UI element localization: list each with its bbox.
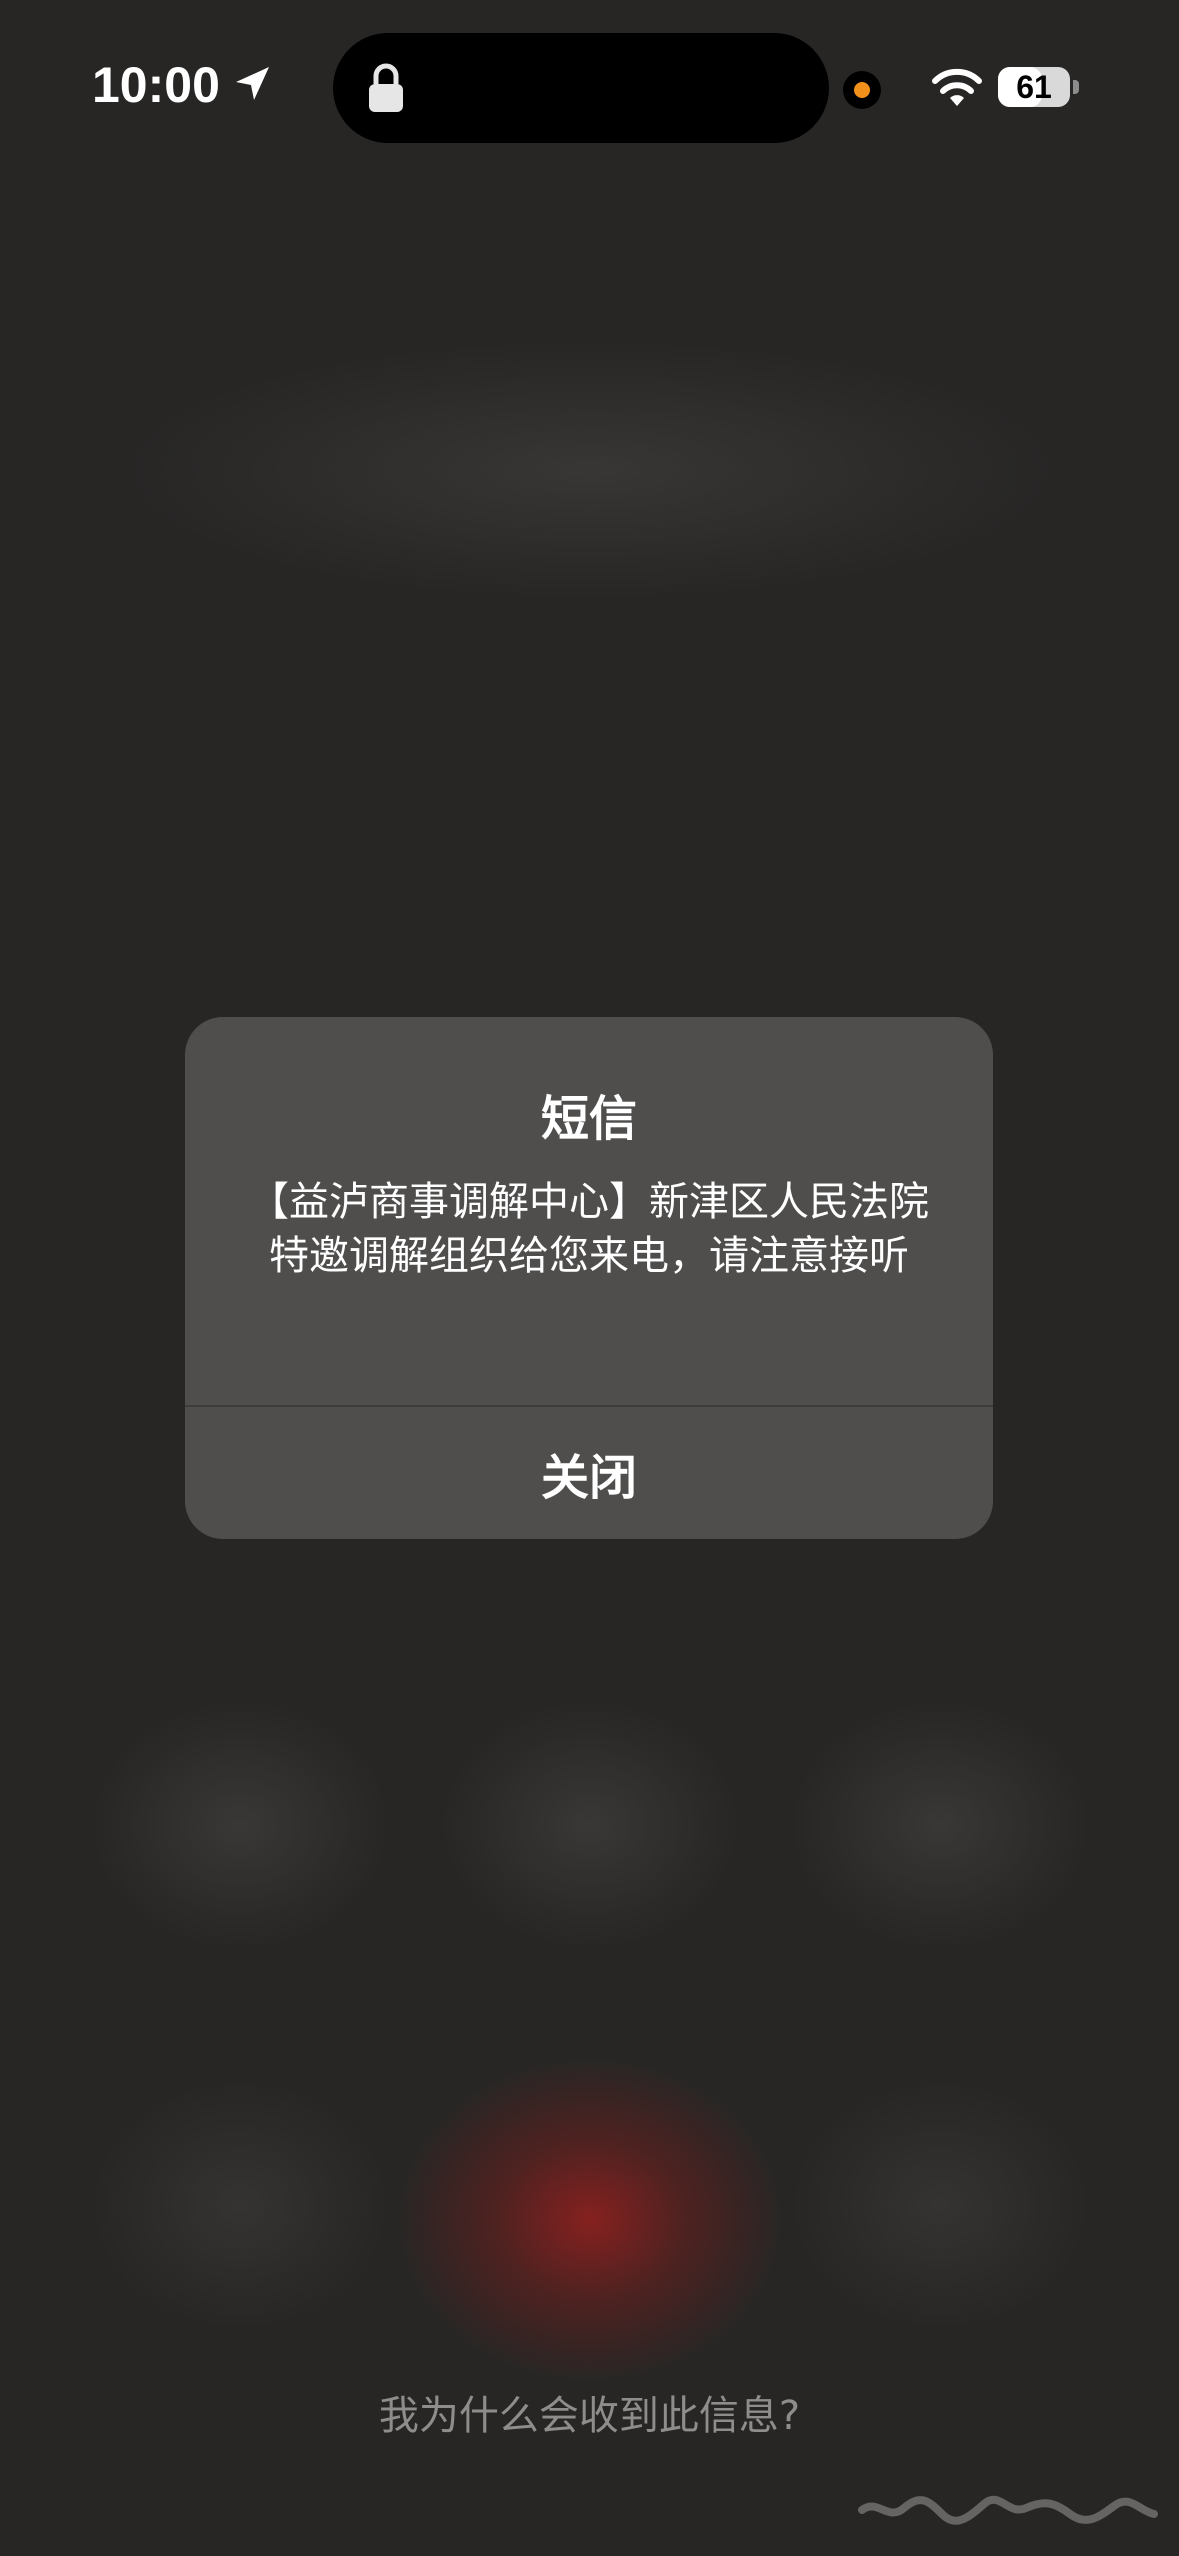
wifi-icon	[932, 68, 982, 106]
status-time: 10:00	[92, 57, 220, 113]
recording-indicator	[843, 71, 881, 109]
location-arrow-icon	[236, 67, 269, 100]
battery-tip	[1073, 80, 1079, 94]
sms-alert-dialog: 短信 【益泸商事调解中心】新津区人民法院特邀调解组织给您来电，请注意接听 关闭	[185, 1017, 993, 1539]
background-blur	[440, 1700, 740, 1950]
background-blur	[790, 2080, 1090, 2330]
dynamic-island	[333, 33, 829, 143]
background-blur	[790, 1700, 1090, 1950]
why-received-link[interactable]: 我为什么会收到此信息?	[0, 2383, 1179, 2441]
end-call-glow	[400, 2060, 780, 2380]
background-blur	[90, 1700, 390, 1950]
alert-message: 【益泸商事调解中心】新津区人民法院特邀调解组织给您来电，请注意接听	[249, 1179, 929, 1279]
watermark-scribble	[858, 2495, 1158, 2525]
alert-title: 短信	[540, 1091, 637, 1147]
background-blur	[90, 2080, 390, 2330]
close-button[interactable]: 关闭	[185, 1407, 993, 1539]
battery-level: 61	[1016, 69, 1052, 105]
lock-screen: 10:00 61 短信 【益泸商事调解中心】新津区人民法院特邀调解组织给您来电，…	[0, 0, 1179, 2556]
battery-icon: 61	[998, 67, 1070, 107]
status-bar: 10:00 61	[0, 0, 1179, 170]
lock-icon	[369, 63, 403, 112]
background-blur	[120, 340, 1060, 600]
